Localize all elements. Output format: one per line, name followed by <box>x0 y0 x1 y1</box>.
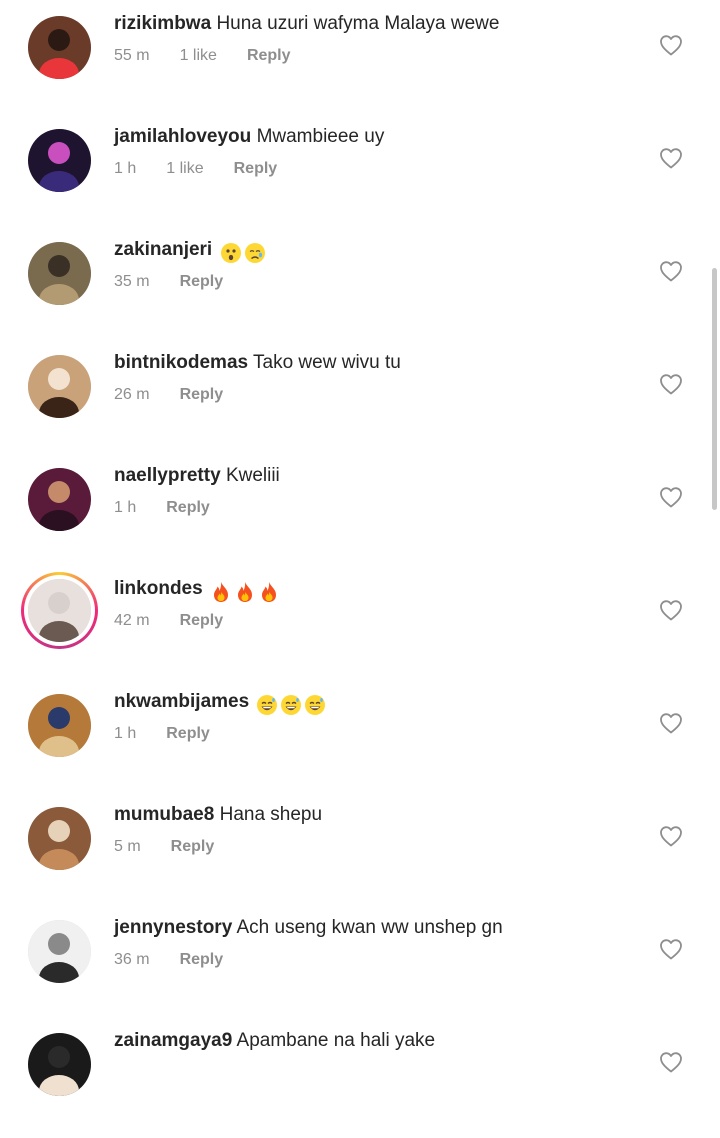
comment-timestamp: 55 m <box>114 47 150 64</box>
comment-timestamp: 1 h <box>114 499 137 516</box>
fire-icon <box>210 581 232 603</box>
avatar[interactable] <box>28 694 91 757</box>
reply-button[interactable]: Reply <box>180 610 224 632</box>
astonished-face-icon <box>220 242 242 264</box>
comment-item: jennynestory Ach useng kwan ww unshep gn… <box>0 912 720 1025</box>
comment-text-line: jamilahloveyou Mwambieee uy <box>114 125 384 149</box>
crying-face-icon <box>244 242 266 264</box>
heart-outline-icon[interactable] <box>659 260 683 282</box>
comment-list: rizikimbwa Huna uzuri wafyma Malaya wewe… <box>0 0 720 1096</box>
comment-meta: 26 m Reply <box>114 384 253 406</box>
fire-icon <box>258 581 280 603</box>
comment-body: Apambane na hali yake <box>236 1030 436 1051</box>
heart-outline-icon[interactable] <box>659 486 683 508</box>
heart-outline-icon[interactable] <box>659 34 683 56</box>
avatar[interactable] <box>28 16 91 79</box>
heart-outline-icon[interactable] <box>659 373 683 395</box>
emoji-group <box>256 693 328 717</box>
avatar[interactable] <box>28 355 91 418</box>
reply-button[interactable]: Reply <box>180 271 224 293</box>
reply-button[interactable]: Reply <box>247 45 291 67</box>
comment-text-line: zakinanjeri <box>114 238 268 265</box>
reply-button[interactable]: Reply <box>171 836 215 858</box>
comment-timestamp: 42 m <box>114 612 150 629</box>
emoji-group <box>220 241 268 265</box>
comment-username[interactable]: rizikimbwa <box>114 13 211 34</box>
like-count[interactable]: 1 like <box>166 158 203 180</box>
comment-text-line: rizikimbwa Huna uzuri wafyma Malaya wewe <box>114 12 499 36</box>
comment-timestamp: 36 m <box>114 951 150 968</box>
comment-body: Tako wew wivu tu <box>253 352 401 373</box>
comment-username[interactable]: jennynestory <box>114 917 232 938</box>
comment-username[interactable]: bintnikodemas <box>114 352 248 373</box>
like-count[interactable]: 1 like <box>180 45 217 67</box>
grinning-sweat-icon <box>280 694 302 716</box>
comment-text-line: bintnikodemas Tako wew wivu tu <box>114 351 401 375</box>
comment-body: Mwambieee uy <box>256 126 385 147</box>
avatar[interactable] <box>28 468 91 531</box>
comment-text-line: jennynestory Ach useng kwan ww unshep gn <box>114 916 503 940</box>
comment-body: Huna uzuri wafyma Malaya wewe <box>216 13 500 34</box>
reply-button[interactable]: Reply <box>180 949 224 971</box>
heart-outline-icon[interactable] <box>659 147 683 169</box>
avatar[interactable] <box>28 920 91 983</box>
comment-item: jamilahloveyou Mwambieee uy 1 h 1 like Repl… <box>0 121 720 234</box>
comment-username[interactable]: zakinanjeri <box>114 239 212 260</box>
grinning-sweat-icon <box>304 694 326 716</box>
comment-item: zakinanjeri 35 m Reply <box>0 234 720 347</box>
heart-outline-icon[interactable] <box>659 1051 683 1073</box>
comment-item: naellypretty Kweliii 1 h Reply <box>0 460 720 573</box>
comment-text-line: zainamgaya9 Apambane na hali yake <box>114 1029 435 1053</box>
comment-username[interactable]: mumubae8 <box>114 804 214 825</box>
comment-body: Kweliii <box>225 465 280 486</box>
heart-outline-icon[interactable] <box>659 712 683 734</box>
comment-timestamp: 5 m <box>114 838 141 855</box>
comment-timestamp: 1 h <box>114 160 137 177</box>
reply-button[interactable]: Reply <box>180 384 224 406</box>
comment-text-line: naellypretty Kweliii <box>114 464 280 488</box>
avatar[interactable] <box>28 1033 91 1096</box>
reply-button[interactable]: Reply <box>166 497 210 519</box>
comment-body: Ach useng kwan ww unshep gn <box>236 917 503 938</box>
comment-username[interactable]: nkwambijames <box>114 691 249 712</box>
comment-timestamp: 35 m <box>114 273 150 290</box>
comment-timestamp: 26 m <box>114 386 150 403</box>
avatar[interactable] <box>28 242 91 305</box>
reply-button[interactable]: Reply <box>234 158 278 180</box>
avatar[interactable] <box>28 807 91 870</box>
grinning-sweat-icon <box>256 694 278 716</box>
comment-meta: 36 m Reply <box>114 949 253 971</box>
comment-meta: 1 h 1 like Reply <box>114 158 307 180</box>
comment-item: bintnikodemas Tako wew wivu tu 26 m Reply <box>0 347 720 460</box>
emoji-group <box>210 580 282 604</box>
comment-item: nkwambijames 1 h Reply <box>0 686 720 799</box>
comment-username[interactable]: naellypretty <box>114 465 221 486</box>
comment-meta: 35 m Reply <box>114 271 253 293</box>
comment-item: zainamgaya9 Apambane na hali yake <box>0 1025 720 1138</box>
heart-outline-icon[interactable] <box>659 599 683 621</box>
heart-outline-icon[interactable] <box>659 825 683 847</box>
comment-meta: 1 h Reply <box>114 497 240 519</box>
comment-meta: 42 m Reply <box>114 610 253 632</box>
comment-text-line: mumubae8 Hana shepu <box>114 803 322 827</box>
comment-meta: 55 m 1 like Reply <box>114 45 321 67</box>
comment-username[interactable]: jamilahloveyou <box>114 126 251 147</box>
heart-outline-icon[interactable] <box>659 938 683 960</box>
comment-meta: 5 m Reply <box>114 836 244 858</box>
comment-username[interactable]: linkondes <box>114 578 203 599</box>
comment-username[interactable]: zainamgaya9 <box>114 1030 232 1051</box>
comment-timestamp: 1 h <box>114 725 137 742</box>
scrollbar[interactable] <box>712 268 717 510</box>
avatar[interactable] <box>28 129 91 192</box>
comment-text-line: linkondes <box>114 577 282 604</box>
comment-meta: 1 h Reply <box>114 723 240 745</box>
comment-item: linkondes 42 m Reply <box>0 572 720 686</box>
comment-body: Hana shepu <box>219 804 323 825</box>
avatar[interactable] <box>28 579 91 642</box>
reply-button[interactable]: Reply <box>166 723 210 745</box>
comment-item: mumubae8 Hana shepu 5 m Reply <box>0 799 720 912</box>
comment-text-line: nkwambijames <box>114 690 328 717</box>
comment-item: rizikimbwa Huna uzuri wafyma Malaya wewe… <box>0 8 720 121</box>
fire-icon <box>234 581 256 603</box>
